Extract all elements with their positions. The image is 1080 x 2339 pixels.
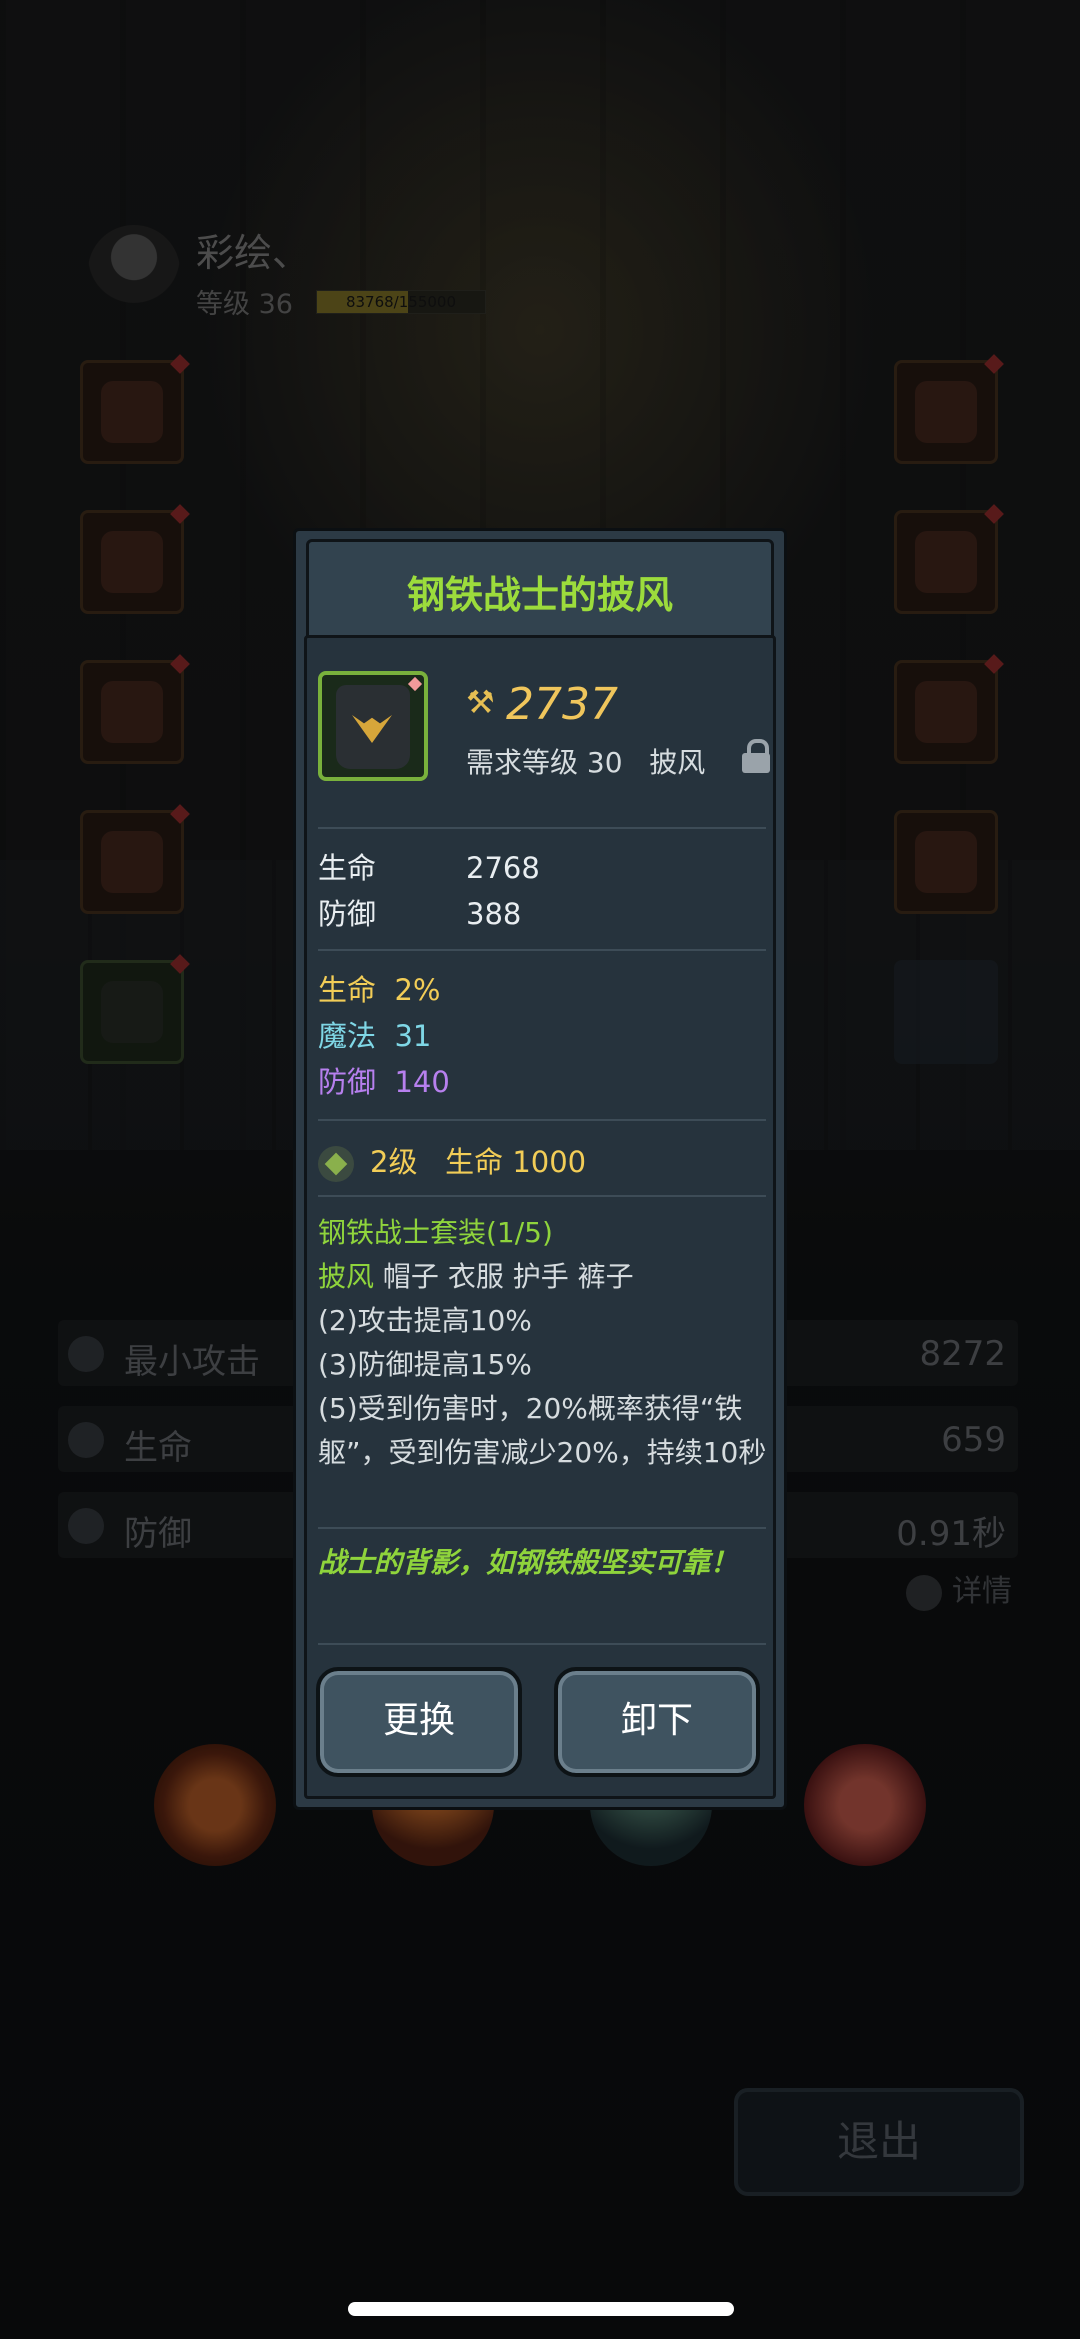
set-bonus-block: 钢铁战士套装(1/5) 披风 帽子 衣服 护手 裤子 (2)攻击提高10% (3… (318, 1211, 768, 1475)
stat-value: 388 (466, 897, 522, 931)
divider (318, 949, 766, 951)
divider (318, 1195, 766, 1197)
set-pieces-missing: 帽子 衣服 护手 裤子 (382, 1260, 634, 1293)
item-requirement: 需求等级 30 披风 (466, 741, 705, 781)
set-bonus-5: (5)受到伤害时，20%概率获得“铁躯”，受到伤害减少20%，持续10秒 (318, 1392, 767, 1469)
item-cape-icon (318, 671, 428, 781)
quality-gem-icon (407, 676, 423, 692)
unequip-button[interactable]: 卸下 (554, 1667, 760, 1777)
extra-stat-row: 防御 140 (318, 1059, 450, 1101)
set-piece-owned: 披风 (318, 1260, 375, 1293)
item-detail-dialog: 钢铁战士的披风 ⚒ 2737 需求等级 30 披风 生命 2768 防御 388 生… (293, 528, 787, 1810)
stat-label: 防御 (318, 1065, 377, 1099)
stat-label: 生命 (318, 851, 377, 885)
stat-value: 31 (394, 1019, 432, 1053)
gem-level: 2级 (370, 1145, 418, 1179)
home-indicator[interactable] (348, 2302, 734, 2316)
set-bonus-3: (3)防御提高15% (318, 1348, 532, 1381)
lock-icon[interactable] (742, 739, 770, 773)
stat-value: 2768 (466, 851, 540, 885)
stat-label: 魔法 (318, 1019, 377, 1053)
slot-type: 披风 (649, 746, 706, 779)
gem-socket-icon (318, 1146, 354, 1182)
item-title: 钢铁战士的披风 (406, 573, 673, 617)
set-pieces: 披风 帽子 衣服 护手 裤子 (318, 1255, 768, 1299)
divider (318, 1119, 766, 1121)
divider (318, 827, 766, 829)
extra-stat-row: 魔法 31 (318, 1013, 431, 1055)
gem-row: 2级 生命 1000 (318, 1139, 586, 1182)
requirement-text: 需求等级 30 (466, 746, 623, 779)
power-icon: ⚒ (466, 683, 495, 721)
item-flavor-text: 战士的背影，如钢铁般坚实可靠！ (318, 1546, 739, 1579)
item-power: 2737 (506, 679, 618, 730)
stat-value: 2% (394, 973, 441, 1007)
stat-label: 防御 (318, 897, 377, 931)
stat-label: 生命 (318, 973, 377, 1007)
divider (318, 1527, 766, 1529)
stat-value: 140 (394, 1065, 450, 1099)
base-stat-row: 生命 2768 (318, 845, 540, 887)
set-bonus-2: (2)攻击提高10% (318, 1304, 532, 1337)
gem-stat: 生命 1000 (445, 1145, 587, 1179)
extra-stat-row: 生命 2% (318, 967, 440, 1009)
divider (318, 1643, 766, 1645)
base-stat-row: 防御 388 (318, 891, 521, 933)
replace-button[interactable]: 更换 (316, 1667, 522, 1777)
set-name: 钢铁战士套装(1/5) (318, 1216, 553, 1249)
